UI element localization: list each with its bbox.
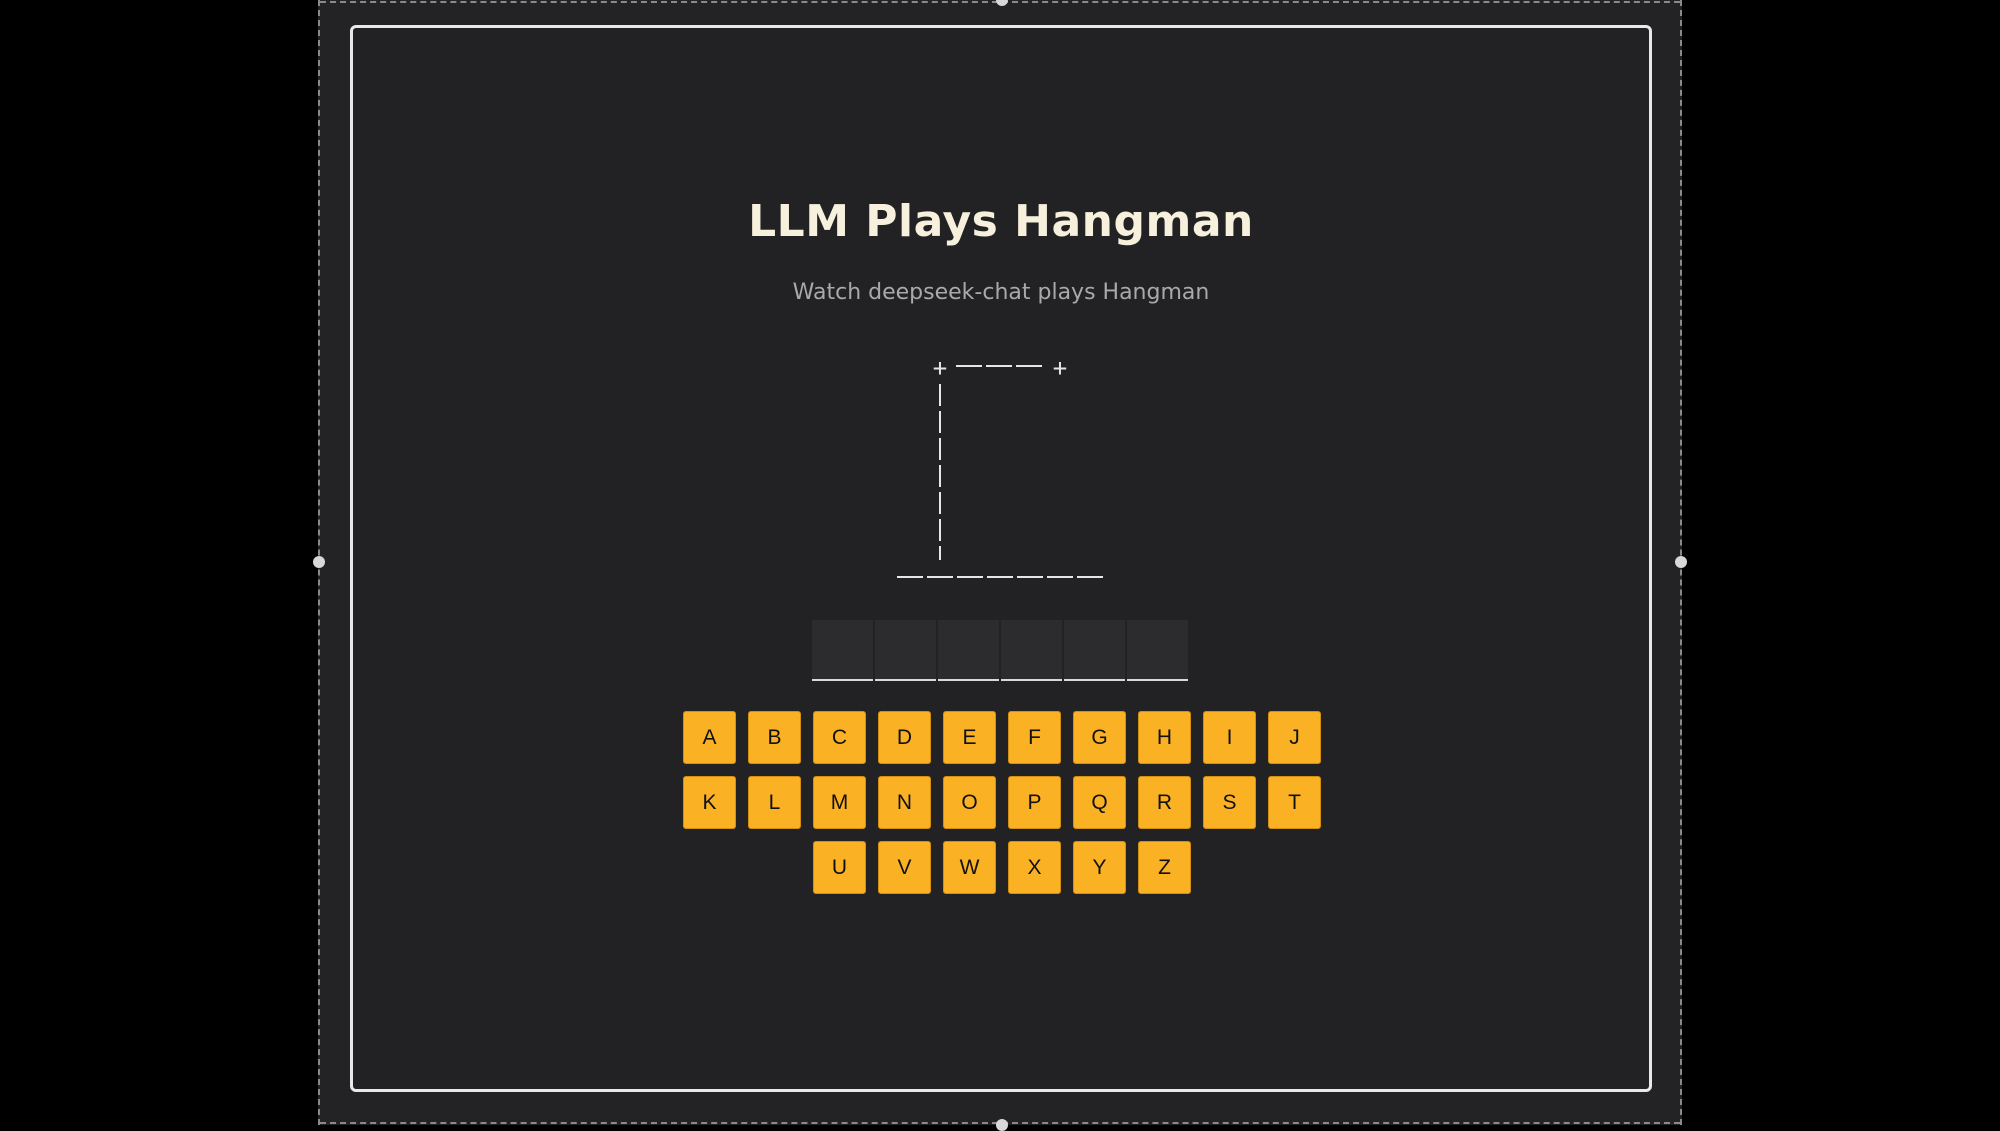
key-v-button[interactable]: V	[878, 841, 931, 894]
key-y-button[interactable]: Y	[1073, 841, 1126, 894]
key-u-button[interactable]: U	[813, 841, 866, 894]
key-r-button[interactable]: R	[1138, 776, 1191, 829]
letter-slot	[812, 620, 873, 681]
key-l-button[interactable]: L	[748, 776, 801, 829]
key-o-button[interactable]: O	[943, 776, 996, 829]
keyboard-row: ABCDEFGHIJ	[682, 711, 1322, 764]
key-z-button[interactable]: Z	[1138, 841, 1191, 894]
letter-slot	[1127, 620, 1188, 681]
key-d-button[interactable]: D	[878, 711, 931, 764]
letter-slot	[938, 620, 999, 681]
resize-handle-top[interactable]	[996, 0, 1008, 6]
letter-slot	[1001, 620, 1062, 681]
key-b-button[interactable]: B	[748, 711, 801, 764]
resize-handle-left[interactable]	[313, 556, 325, 568]
key-p-button[interactable]: P	[1008, 776, 1061, 829]
key-q-button[interactable]: Q	[1073, 776, 1126, 829]
resize-handle-right[interactable]	[1675, 556, 1687, 568]
keyboard-row: UVWXYZ	[682, 841, 1322, 894]
letter-slot	[875, 620, 936, 681]
key-k-button[interactable]: K	[683, 776, 736, 829]
word-slots	[812, 620, 1188, 681]
game-card: LLM Plays Hangman Watch deepseek-chat pl…	[350, 25, 1652, 1092]
key-a-button[interactable]: A	[683, 711, 736, 764]
page-subtitle: Watch deepseek-chat plays Hangman	[792, 280, 1210, 305]
letter-slot	[1064, 620, 1125, 681]
page-title: LLM Plays Hangman	[748, 196, 1254, 247]
key-j-button[interactable]: J	[1268, 711, 1321, 764]
letter-keyboard: ABCDEFGHIJ KLMNOPQRST UVWXYZ	[682, 711, 1322, 906]
key-g-button[interactable]: G	[1073, 711, 1126, 764]
key-c-button[interactable]: C	[813, 711, 866, 764]
key-t-button[interactable]: T	[1268, 776, 1321, 829]
key-s-button[interactable]: S	[1203, 776, 1256, 829]
key-x-button[interactable]: X	[1008, 841, 1061, 894]
keyboard-row: KLMNOPQRST	[682, 776, 1322, 829]
key-w-button[interactable]: W	[943, 841, 996, 894]
resize-handle-bottom[interactable]	[996, 1119, 1008, 1131]
key-m-button[interactable]: M	[813, 776, 866, 829]
key-n-button[interactable]: N	[878, 776, 931, 829]
key-i-button[interactable]: I	[1203, 711, 1256, 764]
key-h-button[interactable]: H	[1138, 711, 1191, 764]
key-f-button[interactable]: F	[1008, 711, 1061, 764]
key-e-button[interactable]: E	[943, 711, 996, 764]
